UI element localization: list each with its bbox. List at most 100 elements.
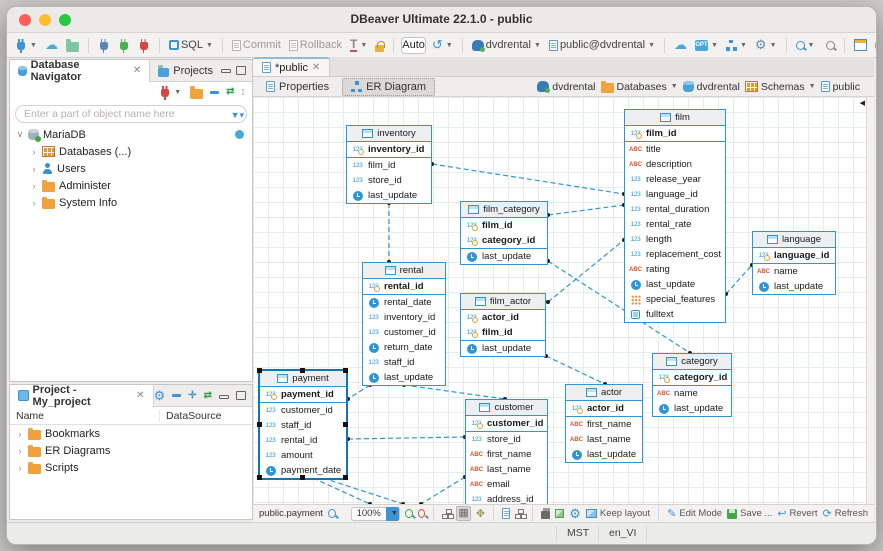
collapse-all-button[interactable]: [210, 91, 219, 94]
column-row-payment_id[interactable]: 123payment_id: [260, 387, 346, 402]
zoom-level-combo[interactable]: 100%▼: [351, 507, 400, 521]
close-icon[interactable]: ✕: [312, 62, 320, 73]
rollback-button[interactable]: Rollback: [287, 37, 344, 53]
column-row-amount[interactable]: 123amount: [260, 448, 346, 463]
chevron-right-icon[interactable]: ›: [30, 164, 38, 174]
entity-payment[interactable]: payment123payment_id123customer_id123sta…: [258, 369, 348, 480]
tree-item-bookmarks[interactable]: ›Bookmarks: [10, 425, 252, 442]
column-row-email[interactable]: ABCemail: [466, 477, 547, 492]
user-profile-button[interactable]: [873, 35, 877, 56]
entity-rental[interactable]: rental123rental_idrental_date123inventor…: [362, 262, 446, 386]
commit-mode-combo[interactable]: Auto: [401, 37, 426, 54]
revert-button[interactable]: ↩Revert: [777, 507, 817, 520]
column-row-first_name[interactable]: ABCfirst_name: [466, 447, 547, 462]
export-image-icon[interactable]: [555, 509, 564, 518]
column-row-customer_id[interactable]: 123customer_id: [260, 403, 346, 418]
column-row-name[interactable]: ABCname: [753, 264, 835, 279]
column-row-length[interactable]: 123length: [625, 232, 725, 247]
column-row-rental_date[interactable]: rental_date: [363, 295, 445, 310]
column-row-staff_id[interactable]: 123staff_id: [363, 355, 445, 370]
column-row-last_update[interactable]: last_update: [566, 447, 642, 462]
object-filter-input[interactable]: Enter a part of object name here: [15, 105, 247, 123]
cloud-explorer-button[interactable]: ☁: [672, 38, 689, 52]
nav-new-connection-button[interactable]: ▼: [157, 84, 183, 101]
minimize-panel-icon[interactable]: [221, 69, 231, 73]
chevron-right-icon[interactable]: ›: [16, 463, 24, 473]
selection-handle[interactable]: [343, 368, 348, 373]
entity-header[interactable]: rental: [363, 263, 445, 279]
entity-actor[interactable]: actor123actor_idABCfirst_nameABClast_nam…: [565, 384, 643, 463]
nav-folder-button[interactable]: [190, 89, 203, 99]
entity-header[interactable]: category: [653, 354, 731, 370]
entity-inventory[interactable]: inventory123inventory_id123film_id123sto…: [346, 125, 432, 204]
tree-item-er-diagrams[interactable]: ›ER Diagrams: [10, 442, 252, 459]
tab-public-editor[interactable]: *public ✕: [253, 57, 330, 76]
vertical-scrollbar[interactable]: [866, 97, 874, 504]
breadcrumb-item-dvdrental-2[interactable]: dvdrental: [683, 81, 740, 93]
selection-handle[interactable]: [343, 475, 348, 480]
entity-header[interactable]: inventory: [347, 126, 431, 142]
diagram-tools-button[interactable]: ▼: [724, 38, 749, 53]
link-editor-button[interactable]: ⇄: [204, 391, 212, 401]
column-row-customer_id[interactable]: 123customer_id: [363, 325, 445, 340]
transaction-log-button[interactable]: ↺▼: [430, 37, 455, 53]
commit-button[interactable]: Commit: [230, 37, 283, 53]
column-row-film_id[interactable]: 123film_id: [347, 158, 431, 173]
column-row-last_update[interactable]: last_update: [625, 277, 725, 292]
chevron-right-icon[interactable]: ›: [30, 181, 38, 191]
column-row-rental_rate[interactable]: 123rental_rate: [625, 217, 725, 232]
new-connection-button[interactable]: ▼: [13, 37, 39, 54]
subtab-er-diagram[interactable]: ER Diagram: [342, 78, 435, 96]
disconnect-button[interactable]: [136, 37, 152, 54]
entity-film_actor[interactable]: film_actor123actor_id123film_idlast_upda…: [460, 293, 546, 357]
maximize-panel-icon[interactable]: [236, 66, 246, 75]
column-row-customer_id[interactable]: 123customer_id: [466, 416, 547, 431]
column-row-film_id[interactable]: 123film_id: [461, 218, 547, 233]
selection-handle[interactable]: [257, 475, 262, 480]
tree-item-system-info[interactable]: ›System Info: [10, 194, 252, 211]
view-menu-icon[interactable]: ⁞⁞: [242, 88, 244, 97]
entity-film[interactable]: film123film_idABCtitleABCdescription123r…: [624, 109, 726, 323]
column-row-last_update[interactable]: last_update: [461, 341, 545, 356]
column-row-rating[interactable]: ABCrating: [625, 262, 725, 277]
tree-item-administer[interactable]: ›Administer: [10, 177, 252, 194]
arrange-icon[interactable]: ✥: [476, 507, 485, 520]
entity-customer[interactable]: customer123customer_id123store_idABCfirs…: [465, 399, 548, 504]
tab-project[interactable]: Project - My_project✕: [10, 385, 154, 407]
expand-icon[interactable]: ✛: [188, 391, 196, 401]
column-row-last_update[interactable]: last_update: [653, 401, 731, 416]
chevron-down-icon[interactable]: ▼: [386, 507, 399, 521]
quick-search-button[interactable]: ▼: [794, 39, 817, 52]
tree-item-databases-[interactable]: ›Databases (...): [10, 143, 252, 160]
minimize-panel-icon[interactable]: [219, 395, 229, 399]
refresh-button[interactable]: ⟳Refresh: [823, 507, 868, 520]
cloud-connection-button[interactable]: ☁: [43, 38, 60, 52]
column-row-language_id[interactable]: 123language_id: [625, 187, 725, 202]
active-connection-combo[interactable]: dvdrental▼: [470, 37, 543, 53]
column-row-store_id[interactable]: 123store_id: [466, 432, 547, 447]
column-row-store_id[interactable]: 123store_id: [347, 173, 431, 188]
column-row-staff_id[interactable]: 123staff_id: [260, 418, 346, 433]
zoom-out-icon[interactable]: [418, 509, 426, 518]
zoom-in-icon[interactable]: [405, 509, 413, 518]
entity-header[interactable]: film_actor: [461, 294, 545, 310]
column-row-last_name[interactable]: ABClast_name: [566, 432, 642, 447]
save-button[interactable]: Save ...: [727, 508, 772, 519]
breadcrumb-item-public-4[interactable]: public: [821, 81, 860, 93]
column-row-rental_id[interactable]: 123rental_id: [260, 433, 346, 448]
breadcrumb-item-schemas-3[interactable]: Schemas▼: [745, 81, 816, 93]
column-row-description[interactable]: ABCdescription: [625, 157, 725, 172]
column-row-release_year[interactable]: 123release_year: [625, 172, 725, 187]
column-row-language_id[interactable]: 123language_id: [753, 248, 835, 263]
column-row-actor_id[interactable]: 123actor_id: [461, 310, 545, 325]
column-row-last_update[interactable]: last_update: [347, 188, 431, 203]
selection-handle[interactable]: [300, 475, 305, 480]
column-header-datasource[interactable]: DataSource: [160, 410, 221, 422]
column-row-last_update[interactable]: last_update: [363, 370, 445, 385]
transaction-mode-button[interactable]: T▼: [348, 37, 369, 54]
column-row-film_id[interactable]: 123film_id: [625, 126, 725, 141]
toggle-grid-button[interactable]: ▦: [456, 506, 470, 521]
column-row-last_name[interactable]: ABClast_name: [466, 462, 547, 477]
column-row-replacement_cost[interactable]: 123replacement_cost: [625, 247, 725, 262]
entity-header[interactable]: language: [753, 232, 835, 248]
